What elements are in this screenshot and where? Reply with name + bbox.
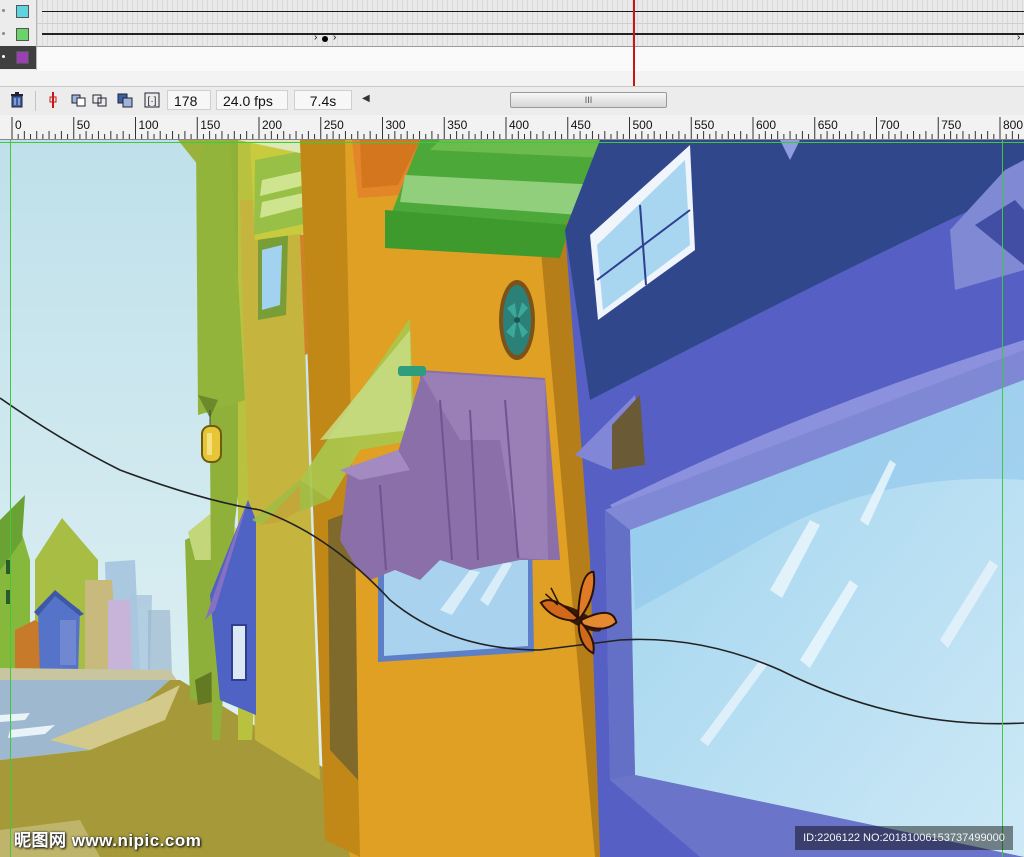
modify-onion-markers-icon[interactable]: [·] bbox=[143, 91, 161, 109]
site-watermark: 昵图网 www.nipic.com bbox=[14, 831, 202, 850]
cartoon-street-scene bbox=[0, 140, 1024, 857]
guide-line-right[interactable] bbox=[1002, 140, 1003, 857]
ruler-label: 600 bbox=[756, 118, 776, 132]
toolbar-separator bbox=[35, 91, 36, 111]
frame-track-2[interactable] bbox=[37, 23, 1024, 47]
timeline-scroll-thumb[interactable]: III bbox=[510, 92, 667, 108]
ruler-label: 0 bbox=[15, 118, 22, 132]
horizontal-ruler[interactable]: 0 50 100 150 200 250 300 350 400 450 500 550 600 650 7… bbox=[0, 115, 1024, 140]
edit-multiple-frames-icon[interactable] bbox=[116, 91, 134, 109]
layer-outline-color-swatch[interactable] bbox=[16, 5, 29, 18]
layer-outline-color-swatch[interactable] bbox=[16, 51, 29, 64]
layer-outline-color-swatch[interactable] bbox=[16, 28, 29, 41]
guide-line-left[interactable] bbox=[10, 140, 11, 857]
ruler-label: 50 bbox=[77, 118, 91, 132]
layer-row-3-selected[interactable] bbox=[0, 46, 36, 69]
layer-row-1[interactable] bbox=[0, 0, 36, 23]
layer-dot-icon bbox=[2, 55, 5, 58]
guide-line-top[interactable] bbox=[0, 142, 1024, 143]
tween-arrow-icon: › bbox=[333, 32, 337, 43]
trash-icon[interactable] bbox=[8, 91, 26, 109]
layer-row-2[interactable] bbox=[0, 23, 36, 46]
motion-tween-line bbox=[42, 33, 1024, 35]
ruler-label: 800 bbox=[1003, 118, 1023, 132]
current-frame-field[interactable]: 178 bbox=[167, 90, 211, 110]
frame-track-1[interactable] bbox=[37, 0, 1024, 24]
stage-canvas[interactable] bbox=[0, 140, 1024, 857]
image-id-watermark: ID:2206122 NO:20181006153737499000 bbox=[795, 826, 1013, 850]
layer-dot-icon bbox=[2, 32, 5, 35]
frame-rate-field[interactable]: 24.0 fps bbox=[216, 90, 288, 110]
timeline-panel: › › › bbox=[0, 0, 1024, 88]
elapsed-time-field[interactable]: 7.4s bbox=[294, 90, 352, 110]
ruler-label: 300 bbox=[386, 118, 406, 132]
frame-span-line bbox=[42, 11, 1024, 12]
keyframe-dot[interactable] bbox=[322, 36, 328, 42]
scroll-left-arrow-icon[interactable]: ◀ bbox=[362, 93, 370, 104]
layer-dot-icon bbox=[2, 9, 5, 12]
ruler-label: 450 bbox=[571, 118, 591, 132]
ruler-ticks: 0 50 100 150 200 250 300 350 400 450 500 550 600 650 7… bbox=[11, 117, 1023, 139]
onion-skin-icon[interactable] bbox=[70, 91, 88, 109]
svg-text:[·]: [·] bbox=[148, 96, 157, 107]
tween-arrow-icon: › bbox=[1017, 32, 1021, 43]
ruler-label: 250 bbox=[324, 118, 344, 132]
ruler-label: 350 bbox=[447, 118, 467, 132]
ruler-label: 200 bbox=[262, 118, 282, 132]
onion-skin-outlines-icon[interactable] bbox=[91, 91, 109, 109]
ruler-label: 500 bbox=[633, 118, 653, 132]
tween-arrow-icon: › bbox=[314, 32, 318, 43]
ruler-label: 400 bbox=[509, 118, 529, 132]
ruler-label: 750 bbox=[941, 118, 961, 132]
frame-grid[interactable]: › › › bbox=[37, 0, 1024, 71]
ruler-label: 100 bbox=[139, 118, 159, 132]
center-frame-icon[interactable] bbox=[44, 91, 62, 109]
timeline-toolbar: [·] 178 24.0 fps 7.4s ◀ III bbox=[0, 86, 1024, 116]
playhead[interactable] bbox=[633, 0, 635, 88]
ruler-label: 700 bbox=[880, 118, 900, 132]
layer-list bbox=[0, 0, 37, 70]
ruler-label: 550 bbox=[694, 118, 714, 132]
ruler-label: 650 bbox=[818, 118, 838, 132]
frame-track-3[interactable] bbox=[37, 46, 1024, 71]
ruler-label: 150 bbox=[200, 118, 220, 132]
